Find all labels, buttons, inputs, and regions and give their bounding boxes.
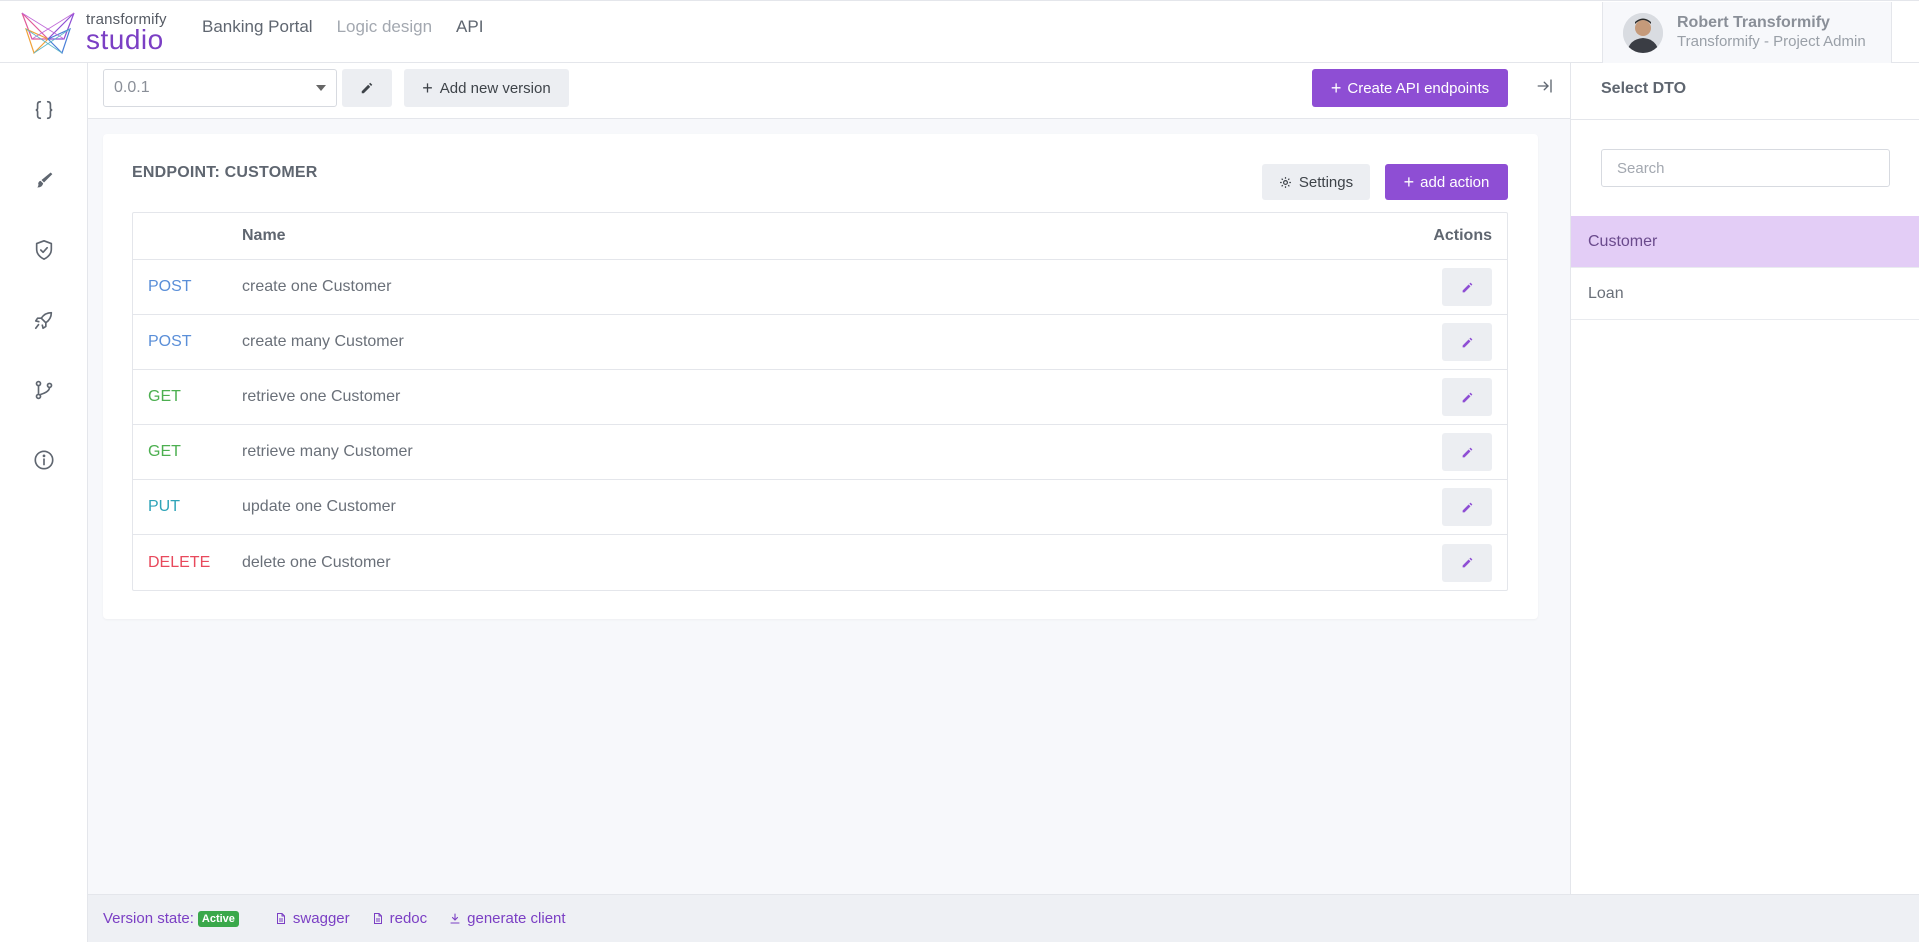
edit-version-button[interactable]: [342, 69, 392, 107]
pencil-icon: [361, 82, 373, 94]
nav-logic-design[interactable]: Logic design: [337, 17, 432, 37]
pencil-icon: [1462, 337, 1472, 347]
git-branch-icon[interactable]: [32, 378, 56, 402]
pencil-icon: [1462, 557, 1472, 568]
action-name: create many Customer: [242, 333, 404, 350]
table-row: GET retrieve many Customer: [133, 425, 1507, 480]
user-role: Transformify - Project Admin: [1677, 33, 1866, 51]
collapse-panel-icon[interactable]: [1536, 77, 1556, 97]
plus-icon: +: [1403, 172, 1415, 192]
pencil-icon: [1462, 502, 1472, 512]
swagger-link[interactable]: swagger: [275, 910, 350, 927]
plus-icon: +: [1330, 78, 1342, 98]
pencil-icon: [1462, 392, 1472, 402]
divider: [1571, 119, 1919, 120]
status-badge: Active: [197, 910, 239, 927]
generate-client-link[interactable]: generate client: [449, 910, 566, 927]
add-version-label: Add new version: [439, 79, 551, 97]
nav-api[interactable]: API: [456, 17, 483, 37]
rocket-icon[interactable]: [32, 308, 56, 332]
table-row: POST create one Customer: [133, 260, 1507, 315]
action-name: retrieve many Customer: [242, 443, 413, 460]
http-method: DELETE: [148, 553, 211, 571]
edit-action-button[interactable]: [1442, 543, 1492, 582]
http-method: PUT: [148, 498, 180, 515]
version-select[interactable]: 0.0.1: [103, 69, 337, 107]
footer-bar: Version state: Active swagger redoc gene…: [88, 894, 1919, 942]
dto-item-loan[interactable]: Loan: [1571, 268, 1919, 320]
http-method: GET: [148, 388, 181, 405]
download-icon: [450, 913, 460, 924]
brush-icon[interactable]: [32, 168, 56, 192]
top-bar: transformify studio Banking Portal Logic…: [0, 0, 1919, 63]
table-header: Name Actions: [133, 213, 1507, 260]
info-icon[interactable]: [32, 448, 56, 472]
user-menu[interactable]: Robert Transformify Transformify - Proje…: [1602, 2, 1892, 63]
dto-item-label: Loan: [1588, 284, 1624, 302]
http-method: GET: [148, 443, 181, 460]
toolbar: 0.0.1 + Add new version + Create API end…: [88, 63, 1570, 119]
dto-item-customer[interactable]: Customer: [1571, 216, 1919, 268]
action-name: delete one Customer: [242, 553, 391, 571]
brand-big: studio: [86, 24, 164, 55]
add-action-label: add action: [1420, 173, 1490, 191]
column-actions: Actions: [1433, 227, 1492, 244]
add-version-button[interactable]: + Add new version: [404, 69, 569, 107]
settings-button[interactable]: Settings: [1262, 164, 1370, 200]
plus-icon: +: [422, 78, 433, 98]
swagger-label: swagger: [292, 910, 350, 927]
table-row: PUT update one Customer: [133, 480, 1507, 535]
gear-icon: [1279, 176, 1291, 188]
redoc-link[interactable]: redoc: [372, 910, 428, 927]
dto-panel: Select DTO Customer Loan: [1570, 63, 1919, 894]
nav-banking-portal[interactable]: Banking Portal: [202, 17, 313, 37]
table-row: DELETE delete one Customer: [133, 535, 1507, 590]
table-row: GET retrieve one Customer: [133, 370, 1507, 425]
document-icon: [276, 913, 285, 924]
dto-panel-title: Select DTO: [1601, 80, 1687, 97]
caret-down-icon: [316, 85, 326, 91]
column-name: Name: [242, 227, 286, 244]
avatar: [1623, 12, 1663, 53]
endpoint-table: Name Actions POST create one Customer POST…: [132, 212, 1508, 591]
generate-client-label: generate client: [467, 910, 566, 927]
pencil-icon: [1462, 282, 1472, 292]
code-braces-icon[interactable]: [32, 98, 56, 122]
top-nav: Banking Portal Logic design API: [202, 1, 483, 53]
create-endpoints-label: Create API endpoints: [1347, 79, 1490, 97]
http-method: POST: [148, 333, 192, 350]
edit-action-button[interactable]: [1442, 268, 1492, 306]
http-method: POST: [148, 278, 192, 295]
document-icon: [373, 913, 382, 924]
version-select-value: 0.0.1: [114, 79, 150, 96]
logo[interactable]: transformify studio: [18, 9, 167, 57]
edit-action-button[interactable]: [1442, 323, 1492, 361]
version-state-label: Version state:: [103, 910, 194, 927]
endpoint-card: ENDPOINT: CUSTOMER Settings + add action…: [103, 134, 1538, 619]
add-action-button[interactable]: + add action: [1385, 164, 1508, 200]
action-name: update one Customer: [242, 498, 396, 515]
action-name: retrieve one Customer: [242, 388, 401, 405]
redoc-label: redoc: [389, 910, 428, 927]
create-api-endpoints-button[interactable]: + Create API endpoints: [1312, 69, 1508, 107]
dto-search-input[interactable]: [1601, 149, 1890, 187]
action-name: create one Customer: [242, 278, 392, 295]
edit-action-button[interactable]: [1442, 378, 1492, 416]
edit-action-button[interactable]: [1442, 488, 1492, 526]
edit-action-button[interactable]: [1442, 433, 1492, 471]
endpoint-title: ENDPOINT: CUSTOMER: [132, 164, 318, 181]
left-sidebar: [0, 63, 88, 942]
user-name: Robert Transformify: [1677, 14, 1830, 32]
shield-check-icon[interactable]: [32, 238, 56, 262]
pencil-icon: [1462, 447, 1472, 457]
settings-label: Settings: [1298, 173, 1354, 191]
butterfly-logo-icon: [21, 12, 75, 55]
dto-item-label: Customer: [1588, 232, 1658, 250]
table-row: POST create many Customer: [133, 315, 1507, 370]
